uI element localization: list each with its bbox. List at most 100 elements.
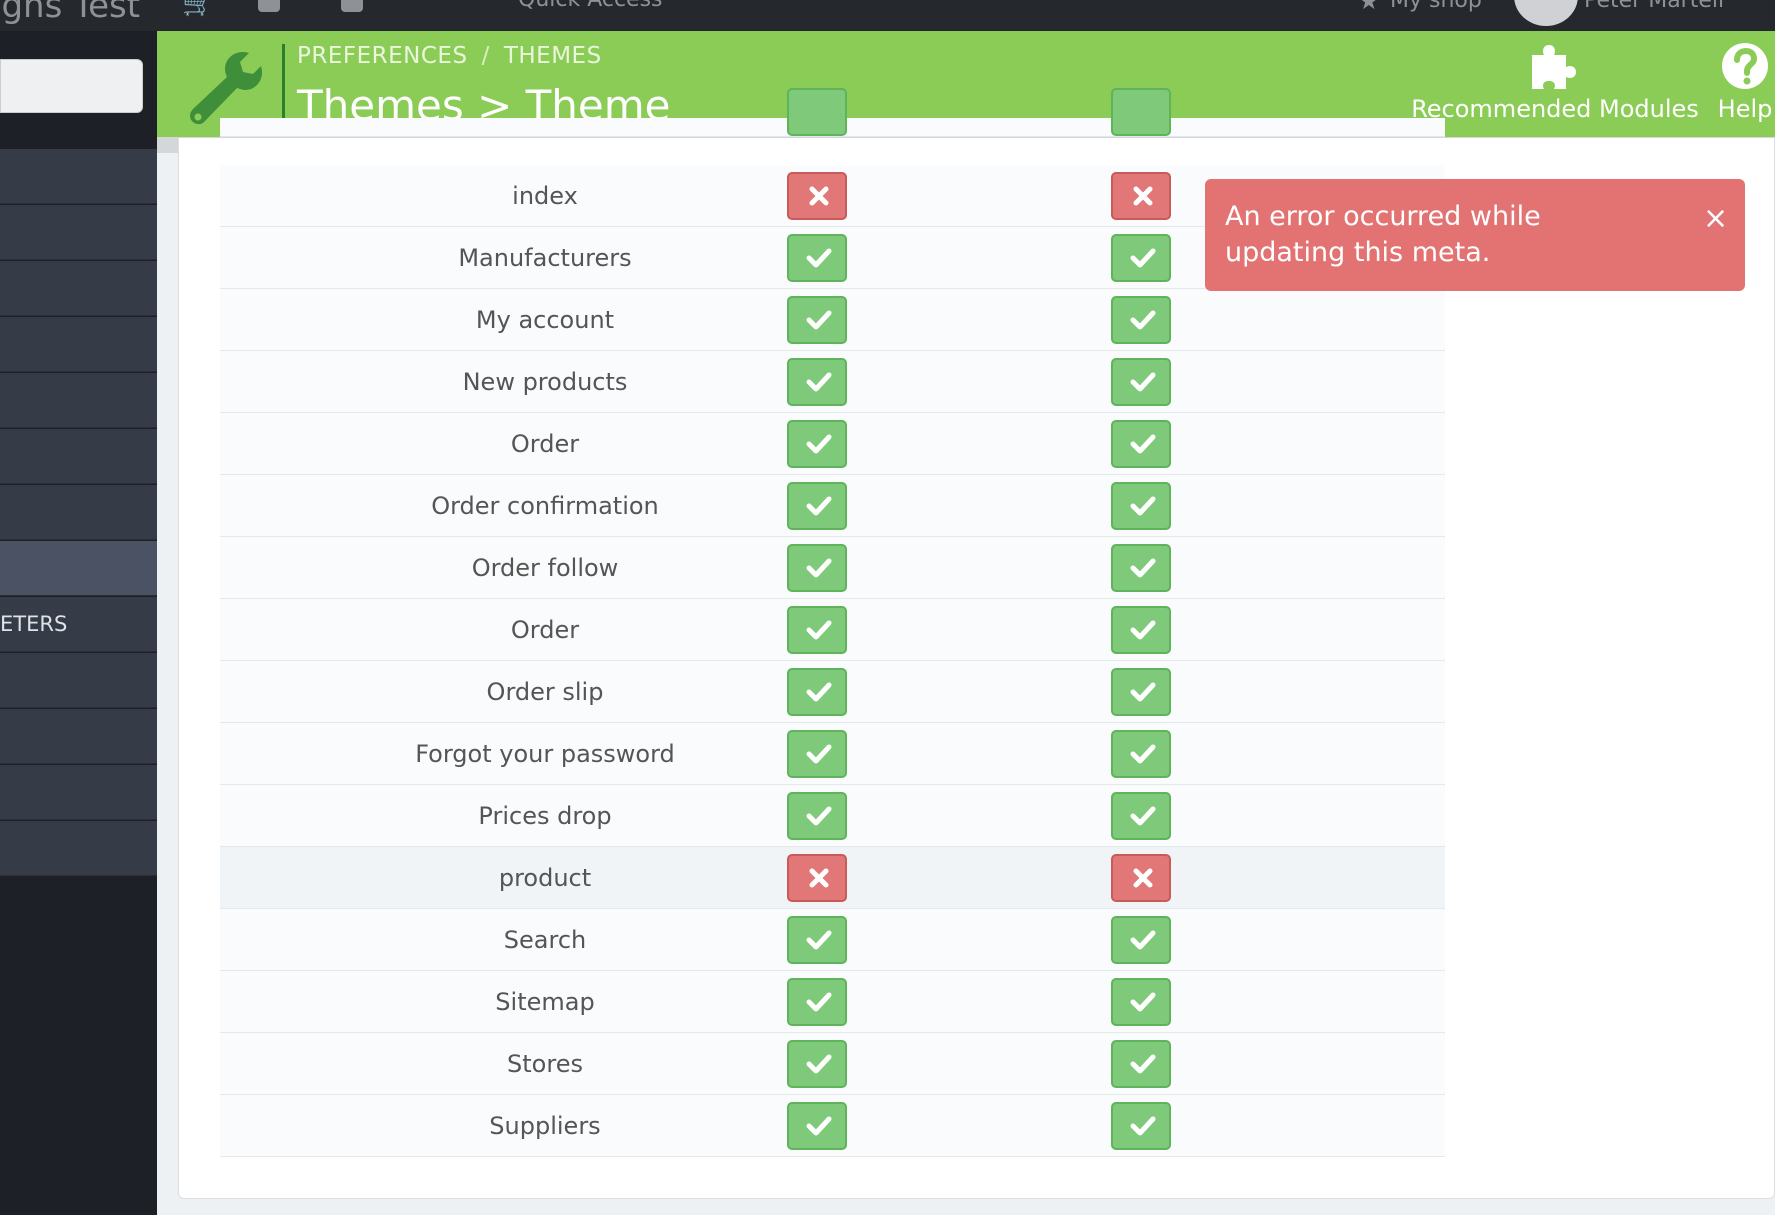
check-icon[interactable] [787, 296, 847, 344]
breadcrumb-preferences[interactable]: PREFERENCES [297, 43, 468, 69]
check-icon[interactable] [1111, 792, 1171, 840]
check-icon[interactable] [1111, 544, 1171, 592]
check-icon[interactable] [787, 358, 847, 406]
sidebar-item[interactable] [0, 149, 157, 204]
page-name: Suppliers [489, 1112, 601, 1140]
messages-icon[interactable] [341, 0, 363, 12]
check-icon[interactable] [1111, 234, 1171, 282]
alert-close-button[interactable]: × [1703, 201, 1728, 236]
table-row: New products [220, 351, 1445, 413]
table-row: Forgot your password [220, 723, 1445, 785]
breadcrumb: PREFERENCES / THEMES [297, 43, 602, 69]
check-icon[interactable] [787, 544, 847, 592]
check-icon[interactable] [1111, 978, 1171, 1026]
check-icon[interactable] [1111, 482, 1171, 530]
check-icon[interactable] [1111, 606, 1171, 654]
alert-message: An error occurred while updating this me… [1225, 201, 1541, 268]
cross-icon[interactable] [787, 172, 847, 220]
sidebar-item[interactable] [0, 205, 157, 260]
cross-icon[interactable] [1111, 172, 1171, 220]
avatar[interactable] [1514, 0, 1578, 26]
sidebar-item[interactable] [0, 653, 157, 708]
check-icon[interactable] [787, 1102, 847, 1150]
page-name: Search [503, 926, 587, 954]
page-name: Prices drop [478, 802, 612, 830]
check-icon[interactable] [787, 420, 847, 468]
check-icon[interactable] [787, 1040, 847, 1088]
status-ok-icon[interactable] [1111, 88, 1171, 136]
page-name: Order [510, 616, 580, 644]
customers-icon[interactable] [258, 0, 280, 12]
breadcrumb-themes[interactable]: THEMES [504, 43, 602, 69]
check-icon[interactable] [787, 234, 847, 282]
table-row: Order confirmation [220, 475, 1445, 537]
question-circle-icon [1722, 43, 1768, 89]
page-name: Order slip [486, 678, 604, 706]
table-row: Order [220, 599, 1445, 661]
table-row: My account [220, 289, 1445, 351]
table-row: Stores [220, 1033, 1445, 1095]
check-icon[interactable] [787, 730, 847, 778]
status-ok-icon[interactable] [787, 88, 847, 136]
table-row: product [220, 847, 1445, 909]
quick-access-menu[interactable]: Quick Access [518, 0, 663, 12]
sidebar: ETERS [0, 31, 157, 1215]
check-icon[interactable] [787, 606, 847, 654]
cross-icon[interactable] [787, 854, 847, 902]
star-icon: ★ [1358, 0, 1380, 15]
table-row: Prices drop [220, 785, 1445, 847]
page-name: New products [462, 368, 628, 396]
sidebar-item[interactable] [0, 317, 157, 372]
cross-icon[interactable] [1111, 854, 1171, 902]
check-icon[interactable] [1111, 296, 1171, 344]
sidebar-item[interactable] [0, 709, 157, 764]
sidebar-item[interactable] [0, 485, 157, 540]
shop-name[interactable]: igns Test [0, 0, 140, 26]
check-icon[interactable] [1111, 1102, 1171, 1150]
check-icon[interactable] [1111, 730, 1171, 778]
check-icon[interactable] [1111, 420, 1171, 468]
page-name: Manufacturers [458, 244, 632, 272]
recommended-modules-button[interactable]: Recommended Modules [1395, 41, 1715, 123]
check-icon[interactable] [787, 792, 847, 840]
sidebar-item[interactable] [0, 821, 157, 876]
check-icon[interactable] [787, 482, 847, 530]
wrench-icon [190, 51, 263, 125]
table-row: Order follow [220, 537, 1445, 599]
sidebar-item[interactable] [0, 429, 157, 484]
recommended-modules-label: Recommended Modules [1411, 95, 1699, 123]
top-navbar: igns Test 🛒 Quick Access ★ My shop Peter… [0, 0, 1775, 31]
table-row: Order slip [220, 661, 1445, 723]
check-icon[interactable] [787, 978, 847, 1026]
check-icon[interactable] [1111, 358, 1171, 406]
page-name: Sitemap [495, 988, 595, 1016]
sidebar-item[interactable] [0, 541, 157, 596]
table-row: Order [220, 413, 1445, 475]
check-icon[interactable] [787, 668, 847, 716]
breadcrumb-separator: / [481, 43, 490, 69]
check-icon[interactable] [1111, 1040, 1171, 1088]
help-label: Help [1717, 95, 1773, 123]
table-row: Suppliers [220, 1095, 1445, 1157]
sidebar-item[interactable] [0, 261, 157, 316]
header-divider [282, 44, 285, 128]
check-icon[interactable] [787, 916, 847, 964]
table-row-partial [220, 88, 1445, 137]
meta-table-panel: index Manufacturers My account New products… [178, 88, 1775, 1199]
error-alert: An error occurred while updating this me… [1205, 179, 1745, 291]
check-icon[interactable] [1111, 916, 1171, 964]
sidebar-item[interactable] [0, 373, 157, 428]
page-name: My account [475, 306, 615, 334]
help-button[interactable]: Help [1695, 41, 1775, 123]
page-name: Order [510, 430, 580, 458]
user-menu[interactable]: Peter Martell [1584, 0, 1724, 13]
check-icon[interactable] [1111, 668, 1171, 716]
sidebar-search-input[interactable] [0, 59, 143, 113]
page-name: Stores [507, 1050, 583, 1078]
sidebar-item[interactable]: ETERS [0, 597, 157, 652]
cart-icon[interactable]: 🛒 [182, 0, 214, 18]
page-name: index [512, 182, 578, 210]
sidebar-item[interactable] [0, 765, 157, 820]
my-shop-link[interactable]: My shop [1390, 0, 1482, 13]
puzzle-icon [1532, 45, 1576, 89]
